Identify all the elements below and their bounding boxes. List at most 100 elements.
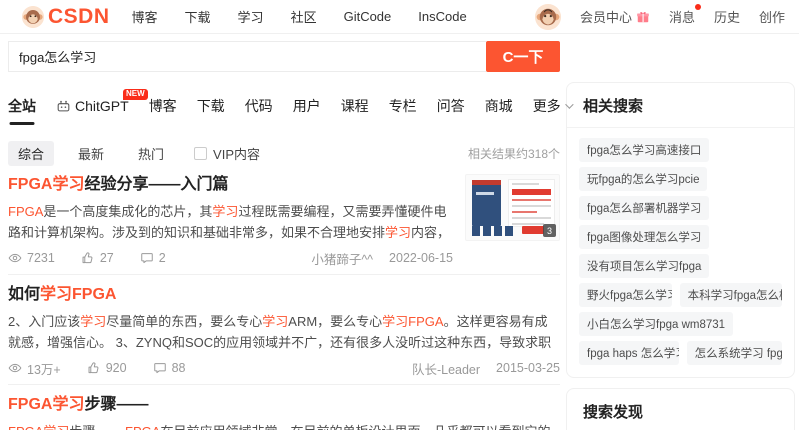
vip-content-filter[interactable]: VIP内容 [194,144,260,163]
top-navigation-bar: CSDN 博客 下载 学习 社区 GitCode InsCode 会员中心 消息 历史 创… [0,0,799,34]
tab-chitgpt[interactable]: ChitGPT NEW [56,89,148,114]
sort-filter-row: 综合 最新 热门 VIP内容 相关结果约318个 [8,140,560,166]
results-list: FPGA学习经验分享——入门篇 FPGA是一个高度集成化的芯片，其学习过程既需要… [8,165,560,430]
eye-icon [8,253,22,263]
tab-label: 问答 [436,98,465,114]
tab-more[interactable]: 更多 [532,96,574,116]
sort-comprehensive[interactable]: 综合 [8,140,55,166]
page-content: C一下 全站ChitGPTNEW博客下载代码用户课程专栏问答商城更多筛选 综合最… [0,34,799,430]
search-input[interactable] [8,41,486,72]
views-count: 13万+ [8,359,61,378]
related-search-tag[interactable]: 怎么系统学习 fpga [686,341,782,365]
sort-items: 综合 最新 热门 [8,140,174,166]
comments-count: 88 [153,361,185,375]
topnav-item-community[interactable]: 社区 [291,7,317,26]
eye-icon [8,363,22,373]
thumbs-up-icon [88,362,99,374]
related-tag-row: 野火fpga怎么学习 本科学习fpga怎么样 [579,283,782,307]
tab-label: 全站 [8,98,36,114]
tab-all[interactable]: 全站 [8,96,36,116]
tab-label: 更多 [532,98,561,114]
topnav-item-inscode[interactable]: InsCode [418,9,466,24]
result-title-link[interactable]: FPGA学习步骤—— [8,394,560,415]
likes-count: 27 [81,251,114,265]
tab-label: 课程 [340,98,369,114]
related-search-tag[interactable]: fpga图像处理怎么学习 [579,225,710,249]
result-snippet: FPGA是一个高度集成化的芯片，其学习过程既需要编程，又需要弄懂硬件电路和计算机… [8,204,451,241]
related-tag-row: fpga图像处理怎么学习 [579,225,782,249]
vip-label: VIP内容 [213,146,261,162]
result-author-link[interactable]: 小猪蹄子^^ [311,249,373,268]
tab-blog[interactable]: 博客 [149,96,177,116]
member-center-label: 会员中心 [579,10,632,25]
csdn-logo[interactable]: CSDN [22,5,110,29]
create-label: 创作 [758,10,785,25]
related-search-tag[interactable]: 小白怎么学习fpga wm8731 [579,312,734,336]
messages-link[interactable]: 消息 [668,4,701,26]
user-avatar[interactable] [534,3,561,30]
related-search-card: 相关搜索 fpga怎么学习高速接口 玩fpga的怎么学习pcie fpga怎么部署机… [566,82,795,378]
topbar-right: 会员中心 消息 历史 创作 [534,3,785,30]
csdn-logo-text: CSDN [48,4,110,28]
related-search-title: 相关搜索 [567,83,794,128]
result-snippet: FPGA学习步骤—— FPGA在目前应用领域非常，在目前的单板设计里面，几乎都可… [8,421,560,430]
related-tag-row: fpga怎么部署机器学习 [579,196,782,220]
related-search-tag[interactable]: fpga怎么部署机器学习 [579,196,710,220]
vip-checkbox[interactable] [194,146,208,160]
likes-count: 920 [87,361,127,375]
image-count-badge: 3 [543,224,556,237]
robot-icon [57,100,70,111]
related-search-tag[interactable]: fpga怎么学习高速接口 [579,138,710,162]
search-result-item: FPGA学习步骤—— FPGA学习步骤—— FPGA在目前应用领域非常，在目前的… [8,385,560,430]
search-discovery-card: 搜索发现 1fpga设计高级技巧篇 [566,388,795,430]
comments-count: 2 [140,251,166,265]
related-tag-row: 没有项目怎么学习fpga [579,254,782,278]
result-meta: 7231 27 2 小猪蹄子^^ 2022-06-15 [8,249,453,268]
gift-icon [637,11,649,22]
thumb-product-page [508,179,555,227]
search-button[interactable]: C一下 [486,41,560,72]
csdn-logo-monkey-icon [22,5,44,28]
member-center-link[interactable]: 会员中心 [580,7,650,26]
tab-user[interactable]: 用户 [293,96,321,116]
tab-download[interactable]: 下载 [197,96,225,116]
comment-icon [153,363,166,374]
history-link[interactable]: 历史 [714,7,740,26]
tab-label: 用户 [292,98,321,114]
create-link[interactable]: 创作 [759,7,785,26]
tab-mall[interactable]: 商城 [485,96,513,116]
topnav-item-download[interactable]: 下载 [185,7,211,26]
result-thumbnail[interactable]: 3 [465,174,560,241]
messages-label: 消息 [668,10,695,25]
tab-course[interactable]: 课程 [341,96,369,116]
tab-label: 专栏 [388,98,417,114]
topnav-item-learn[interactable]: 学习 [238,7,264,26]
related-search-tag[interactable]: fpga haps 怎么学习 [579,341,679,365]
search-result-item: FPGA学习经验分享——入门篇 FPGA是一个高度集成化的芯片，其学习过程既需要… [8,165,560,275]
result-snippet: 2、入门应该学习尽量简单的东西，要么专心学习ARM，要么专心学习FPGA。这样更… [8,314,552,351]
related-search-tag[interactable]: 没有项目怎么学习fpga [579,254,710,278]
topnav-item-blog[interactable]: 博客 [132,7,158,26]
sort-hot[interactable]: 热门 [128,141,174,166]
unread-dot [694,4,701,10]
sort-newest[interactable]: 最新 [68,141,114,166]
tab-label: ChitGPT [75,98,129,114]
tab-code[interactable]: 代码 [245,96,273,116]
search-result-item: 如何学习FPGA 2、入门应该学习尽量简单的东西，要么专心学习ARM，要么专心学… [8,275,560,385]
thumbs-up-icon [82,252,93,264]
tab-column[interactable]: 专栏 [389,96,417,116]
result-meta: 13万+ 920 88 队长-Leader 2015-03-25 [8,359,560,378]
thumb-gallery-strip [472,226,513,236]
topnav-items: 博客 下载 学习 社区 GitCode InsCode [132,7,467,26]
related-search-tag[interactable]: 本科学习fpga怎么样 [679,283,782,307]
comment-icon [140,253,153,264]
result-title-link[interactable]: FPGA学习经验分享——入门篇 [8,174,453,195]
related-search-tag[interactable]: 野火fpga怎么学习 [579,283,672,307]
result-author-link[interactable]: 队长-Leader [412,359,480,378]
result-title-link[interactable]: 如何学习FPGA [8,284,560,305]
related-search-tag[interactable]: 玩fpga的怎么学习pcie [579,167,708,191]
search-tabs: 全站ChitGPTNEW博客下载代码用户课程专栏问答商城更多筛选 [8,87,618,134]
topnav-item-gitcode[interactable]: GitCode [344,9,392,24]
tab-label: 商城 [484,98,513,114]
tab-qa[interactable]: 问答 [437,96,465,116]
